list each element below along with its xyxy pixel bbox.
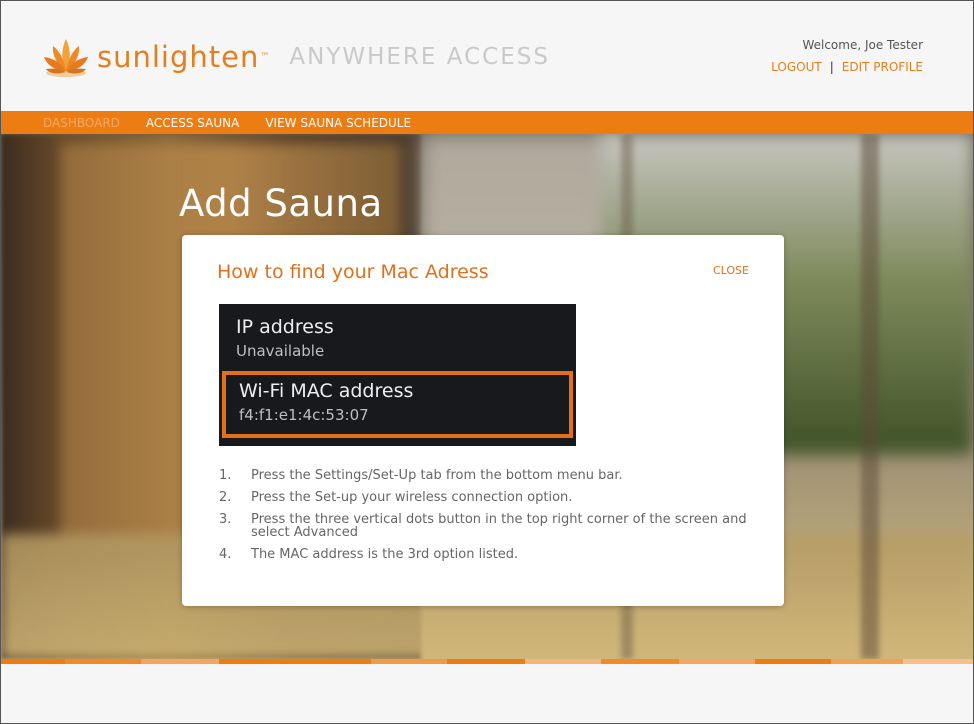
brand-subtitle: ANYWHERE ACCESS [289, 44, 550, 70]
lotus-icon [44, 39, 88, 77]
modal-title: How to find your Mac Adress [217, 261, 489, 283]
list-item: 4. The MAC address is the 3rd option lis… [219, 548, 759, 561]
close-button[interactable]: CLOSE [713, 264, 749, 277]
logo[interactable]: sunlighten ™ ANYWHERE ACCESS [41, 33, 550, 81]
nav-access-sauna[interactable]: ACCESS SAUNA [146, 116, 239, 130]
brand-name: sunlighten [97, 40, 260, 74]
mac-address-help-modal: How to find your Mac Adress CLOSE IP add… [182, 235, 784, 606]
list-item: 3. Press the three vertical dots button … [219, 513, 759, 539]
step-text: Press the Set-up your wireless connectio… [251, 490, 573, 505]
mac-address-row: Wi-Fi MAC address f4:f1:e1:4c:53:07 [222, 371, 573, 438]
edit-profile-link[interactable]: EDIT PROFILE [842, 60, 923, 74]
trademark: ™ [260, 52, 270, 62]
device-screenshot: IP address Unavailable Wi-Fi MAC address… [219, 304, 576, 446]
step-text: The MAC address is the 3rd option listed… [251, 547, 519, 562]
step-number: 3. [219, 512, 232, 527]
nav-view-sauna-schedule[interactable]: VIEW SAUNA SCHEDULE [265, 116, 411, 130]
mac-address-value: f4:f1:e1:4c:53:07 [239, 406, 369, 424]
welcome-text: Welcome, Joe Tester [802, 38, 923, 52]
page-title: Add Sauna [179, 182, 383, 225]
list-item: 1. Press the Settings/Set-Up tab from th… [219, 469, 759, 482]
instruction-steps: 1. Press the Settings/Set-Up tab from th… [219, 469, 759, 570]
footer [1, 664, 973, 723]
ip-address-row: IP address Unavailable [236, 316, 334, 360]
logout-link[interactable]: LOGOUT [771, 60, 822, 74]
step-number: 2. [219, 490, 232, 505]
step-number: 4. [219, 547, 232, 562]
nav-dashboard[interactable]: DASHBOARD [43, 116, 120, 130]
main-nav: DASHBOARD ACCESS SAUNA VIEW SAUNA SCHEDU… [1, 111, 973, 134]
mac-address-label: Wi-Fi MAC address [239, 380, 414, 402]
step-text: Press the Settings/Set-Up tab from the b… [251, 468, 623, 483]
ip-address-value: Unavailable [236, 342, 325, 360]
user-links: LOGOUT | EDIT PROFILE [771, 60, 923, 74]
user-area: Welcome, Joe Tester LOGOUT | EDIT PROFILE [771, 38, 923, 74]
ip-address-label: IP address [236, 316, 334, 338]
header: sunlighten ™ ANYWHERE ACCESS Welcome, Jo… [1, 1, 973, 111]
hero-background: Add Sauna How to find your Mac Adress CL… [1, 134, 973, 659]
step-text: Press the three vertical dots button in … [251, 512, 747, 540]
link-separator: | [829, 60, 834, 74]
step-number: 1. [219, 468, 232, 483]
list-item: 2. Press the Set-up your wireless connec… [219, 491, 759, 504]
